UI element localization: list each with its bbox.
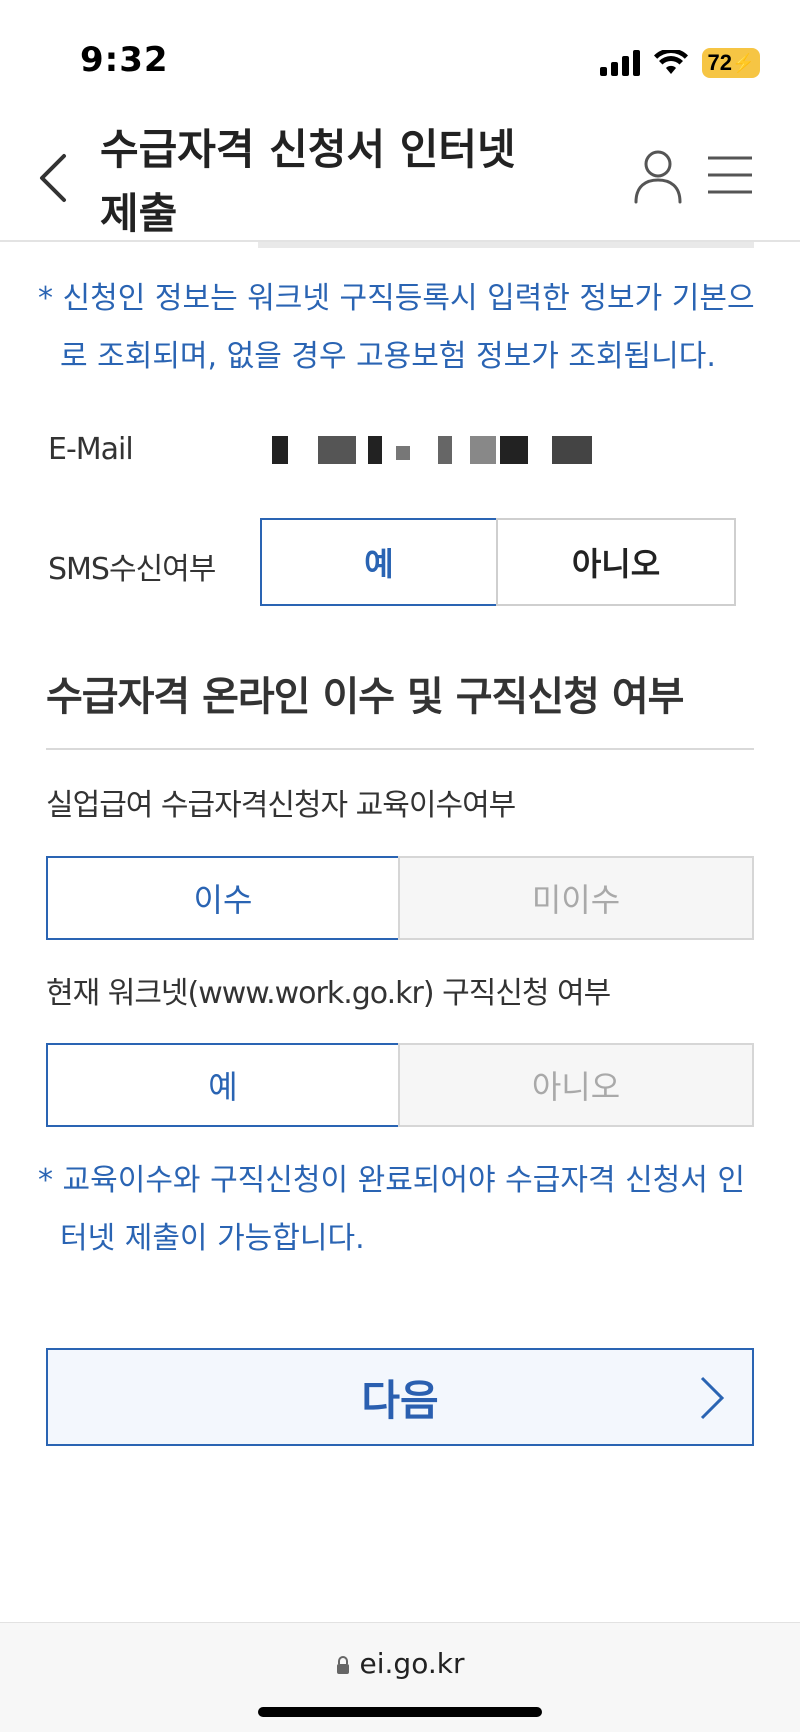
sms-label: SMS수신여부 — [48, 552, 216, 587]
education-not-completed-button[interactable]: 미이수 — [398, 856, 754, 940]
cellular-signal-icon — [600, 50, 640, 76]
email-value-redacted — [262, 432, 682, 470]
back-arrow-icon[interactable] — [34, 150, 74, 206]
page-title: 수급자격 신청서 인터넷 제출 — [100, 125, 516, 238]
applicant-info-note: * 신청인 정보는 워크넷 구직등록시 입력한 정보가 기본으로 조회되며, 없… — [38, 281, 755, 374]
menu-icon[interactable] — [706, 154, 754, 196]
completion-note: * 교육이수와 구직신청이 완료되어야 수급자격 신청서 인터넷 제출이 가능합… — [38, 1163, 746, 1256]
education-completed-button[interactable]: 이수 — [46, 856, 400, 940]
status-icons: 72 ⚡ — [600, 46, 760, 80]
section-title: 수급자격 온라인 이수 및 구직신청 여부 — [46, 674, 684, 720]
email-label: E-Mail — [48, 432, 134, 467]
wifi-icon — [654, 50, 688, 74]
page-header: 수급자격 신청서 인터넷 제출 — [0, 110, 800, 242]
battery-indicator: 72 ⚡ — [702, 48, 760, 78]
section-divider — [46, 748, 754, 750]
user-icon[interactable] — [632, 148, 684, 204]
chevron-right-icon — [700, 1376, 725, 1420]
url-text: ei.go.kr — [359, 1647, 465, 1680]
job-application-question-label: 현재 워크넷(www.work.go.kr) 구직신청 여부 — [46, 976, 611, 1011]
sms-no-button[interactable]: 아니오 — [496, 518, 736, 606]
scroll-edge — [258, 242, 754, 248]
url-bar[interactable]: ei.go.kr — [0, 1647, 800, 1680]
status-time: 9:32 — [80, 40, 169, 80]
next-button[interactable]: 다음 — [46, 1348, 754, 1446]
home-indicator — [258, 1707, 542, 1717]
battery-level: 72 — [707, 50, 733, 75]
lock-icon — [336, 1656, 349, 1674]
status-bar: 9:32 72 ⚡ — [0, 0, 800, 110]
sms-yes-button[interactable]: 예 — [260, 518, 498, 606]
next-button-label: 다음 — [361, 1375, 439, 1425]
education-question-label: 실업급여 수급자격신청자 교육이수여부 — [46, 788, 516, 823]
job-application-yes-button[interactable]: 예 — [46, 1043, 400, 1127]
job-application-no-button[interactable]: 아니오 — [398, 1043, 754, 1127]
browser-bottom-bar: ei.go.kr — [0, 1622, 800, 1732]
